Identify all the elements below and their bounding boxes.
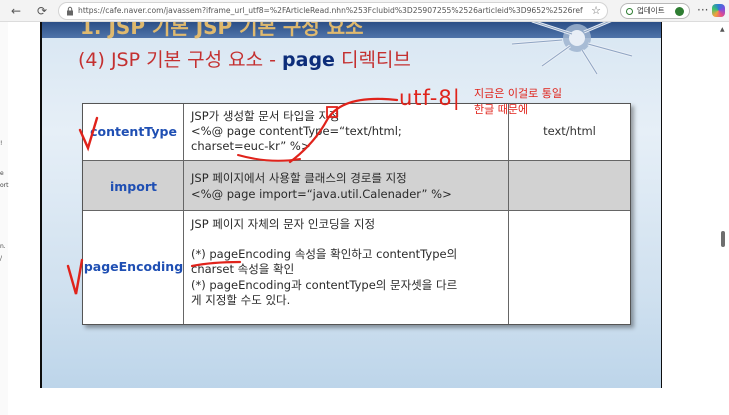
attribute-desc: <%@ page import=“java.util.Calenader” %> — [191, 187, 452, 201]
korean-note: 지금은 이걸로 통일 한글 때문에 — [474, 86, 562, 118]
attribute-name: import — [110, 179, 157, 194]
scroll-up-icon[interactable]: ▲ — [720, 26, 725, 33]
copilot-icon[interactable] — [712, 4, 725, 17]
left-page-edge: ! e ort n. / — [0, 22, 9, 415]
cut-text: n. — [0, 243, 6, 250]
table-row: import JSP 페이지에서 사용할 클래스의 경로를 지정 <%@ pag… — [83, 161, 630, 211]
cut-text: ort — [0, 182, 9, 189]
directive-table: contentType JSP가 생성할 문서 타입을 지정 <%@ page … — [82, 103, 631, 325]
slide-title-prefix: (4) JSP 기본 구성 요소 - — [78, 49, 283, 71]
attribute-desc: (*) pageEncoding 속성을 확인하고 contentType의 — [191, 247, 458, 261]
update-button[interactable]: 업데이트 — [620, 3, 690, 19]
attribute-desc: charset=euc-kr” %> — [191, 139, 311, 153]
slide-title: (4) JSP 기본 구성 요소 - page 디렉티브 — [78, 48, 411, 72]
browser-toolbar: ← ⟳ https://cafe.naver.com/javassem?ifra… — [0, 0, 729, 22]
profile-icon — [675, 7, 684, 16]
refresh-icon[interactable]: ⟳ — [34, 3, 50, 19]
cut-text: / — [0, 255, 3, 262]
table-cell — [509, 161, 630, 210]
attribute-name: pageEncoding — [83, 259, 184, 274]
attribute-desc: <%@ page contentType=“text/html; — [191, 124, 402, 138]
satellite-decoration-icon — [511, 22, 633, 75]
cut-text: ! — [0, 140, 3, 147]
attribute-value: text/html — [543, 124, 596, 138]
note-line: 한글 때문에 — [474, 103, 529, 116]
update-label: 업데이트 — [637, 6, 665, 15]
attribute-desc: charset 속성을 확인 — [191, 262, 295, 276]
more-menu-icon[interactable]: ··· — [697, 3, 708, 17]
slide-title-suffix: 디렉티브 — [334, 49, 411, 71]
address-bar[interactable]: https://cafe.naver.com/javassem?iframe_u… — [58, 2, 608, 20]
lock-icon — [67, 6, 73, 16]
table-cell — [509, 211, 630, 324]
attribute-desc: JSP 페이지 자체의 문자 인코딩을 지정 — [191, 217, 376, 231]
scrollbar-thumb[interactable] — [721, 231, 725, 247]
lecture-slide[interactable]: 1. JSP 기본 JSP 기본 구성 요소 (4) JSP 기본 구성 요소 … — [42, 22, 661, 388]
slide-title-highlight: page — [282, 49, 335, 71]
cut-text: e — [0, 170, 4, 177]
attribute-desc: (*) pageEncoding과 contentType의 문자셋을 다르 — [191, 278, 458, 292]
table-row: pageEncoding JSP 페이지 자체의 문자 인코딩을 지정 (*) … — [83, 211, 630, 324]
utf8-annotation: utf-8| — [399, 86, 461, 110]
note-line: 지금은 이걸로 통일 — [474, 87, 562, 100]
url-text: https://cafe.naver.com/javassem?iframe_u… — [78, 6, 583, 15]
attribute-desc: 게 지정할 수도 있다. — [191, 293, 291, 307]
update-status-icon — [626, 8, 633, 15]
back-arrow-icon[interactable]: ← — [8, 3, 24, 19]
favorite-star-icon[interactable]: ☆ — [591, 3, 601, 19]
page-scrollbar[interactable] — [718, 22, 729, 415]
attribute-name: contentType — [90, 124, 177, 139]
slide-top-cut-text: 1. JSP 기본 JSP 기본 구성 요소 — [80, 22, 364, 39]
attribute-desc: JSP 페이지에서 사용할 클래스의 경로를 지정 — [191, 171, 407, 185]
attribute-desc: JSP가 생성할 문서 타입을 지정 — [191, 109, 340, 123]
below-video-area — [40, 388, 662, 415]
